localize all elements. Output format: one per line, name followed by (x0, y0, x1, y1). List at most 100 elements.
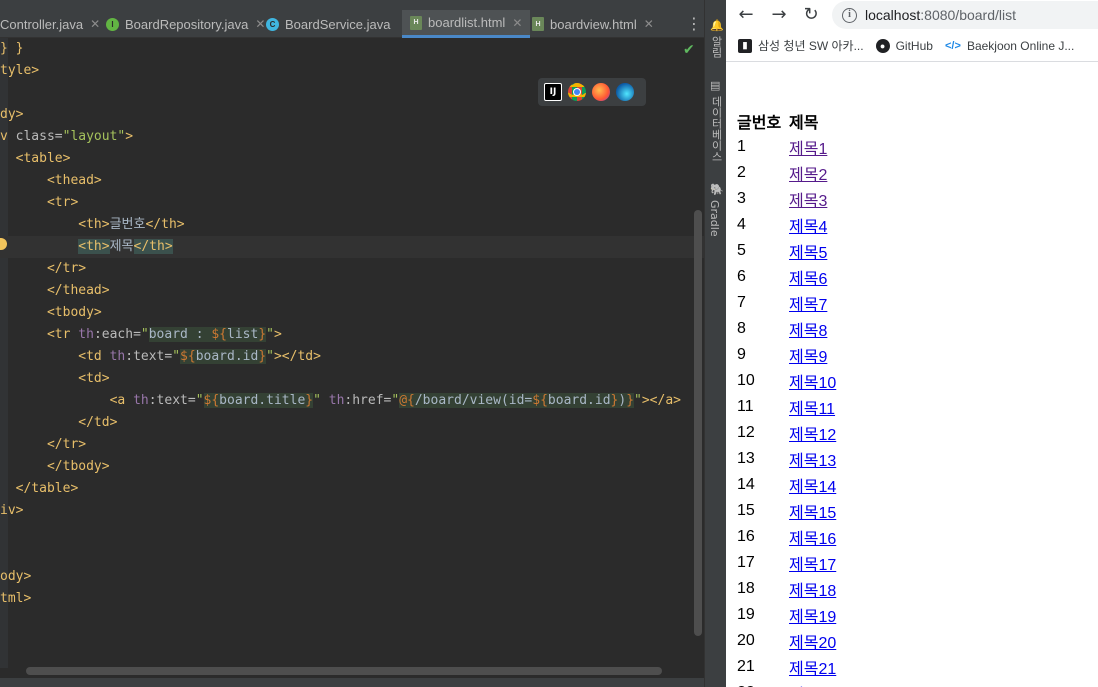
url-text[interactable]: localhost:8080/board/list (865, 7, 1016, 23)
board-title-link[interactable]: 제목2 (789, 167, 827, 184)
tab-label: BoardRepository.java (125, 16, 249, 32)
bookmark-item[interactable]: ▮ 삼성 청년 SW 아카... (738, 37, 864, 54)
code-line: v class="layout"> (0, 129, 134, 144)
bookmark-label: 삼성 청년 SW 아카... (758, 39, 864, 53)
reload-icon[interactable]: ↻ (799, 3, 823, 27)
board-title-link[interactable]: 제목15 (789, 505, 836, 522)
table-row: 20 제목20 (736, 629, 837, 653)
board-rows: 1 제목1 2 제목2 3 제목3 4 제목4 5 제목5 6 제목6 7 제목7 8 제목8 9 제목9 10 제목… (736, 135, 837, 687)
board-id-cell: 20 (737, 632, 755, 649)
board-id-cell: 9 (737, 346, 746, 363)
bell-icon[interactable]: 🔔 (710, 20, 724, 32)
tab-boardlist-html[interactable]: H boardlist.html ✕ (402, 10, 531, 38)
board-title-link[interactable]: 제목13 (789, 453, 836, 470)
table-header-row: 글번호 제목 (736, 109, 837, 133)
address-bar[interactable]: i localhost:8080/board/list (832, 1, 1098, 29)
code-editor[interactable]: } } tyle> dy> v class="layout"> <table> … (0, 38, 704, 668)
board-title-link[interactable]: 제목17 (789, 557, 836, 574)
table-row: 13 제목13 (736, 447, 837, 471)
sidebar-item-gradle[interactable]: Gradle (708, 200, 721, 237)
html-file-icon: H (532, 17, 544, 31)
firefox-icon[interactable] (592, 83, 610, 101)
code-line: dy> (0, 107, 24, 122)
board-title-link[interactable]: 제목19 (789, 609, 836, 626)
code-line: </thead> (46, 283, 110, 298)
board-title-link[interactable]: 제목3 (789, 193, 827, 210)
ide-toolbar-strip (0, 0, 704, 10)
html-file-icon: H (410, 15, 422, 30)
table-row: 17 제목17 (736, 551, 837, 575)
board-title-link[interactable]: 제목14 (789, 479, 836, 496)
ide-window: Controller.java ✕ I BoardRepository.java… (0, 0, 726, 687)
board-id-cell: 6 (737, 268, 746, 285)
tab-boardrepository-java[interactable]: I BoardRepository.java ✕ (106, 10, 265, 38)
board-title-link[interactable]: 제목7 (789, 297, 827, 314)
more-tabs-icon[interactable]: ⋮ (686, 14, 702, 33)
board-title-cell: 제목21 (788, 655, 837, 679)
edge-icon[interactable] (616, 83, 634, 101)
board-title-link[interactable]: 제목20 (789, 635, 836, 652)
database-icon[interactable]: ▤ (710, 80, 722, 92)
board-title-link[interactable]: 제목5 (789, 245, 827, 262)
table-row: 6 제목6 (736, 265, 837, 289)
intellij-icon[interactable]: IJ (544, 83, 562, 101)
column-header-title: 제목 (789, 115, 819, 132)
board-title-link[interactable]: 제목6 (789, 271, 827, 288)
table-row: 19 제목19 (736, 603, 837, 627)
close-icon[interactable]: ✕ (90, 17, 100, 31)
chrome-icon[interactable] (568, 83, 586, 101)
code-line: </tr> (46, 261, 87, 276)
board-title-link[interactable]: 제목10 (789, 375, 836, 392)
code-line-current: <th>제목</th> (0, 236, 704, 258)
bookmark-item[interactable]: ● GitHub (875, 38, 933, 53)
code-line: </table> (15, 481, 79, 496)
close-icon[interactable]: ✕ (255, 17, 265, 31)
tab-label: boardview.html (550, 16, 637, 32)
vertical-scrollbar[interactable] (694, 210, 702, 636)
forward-arrow-icon[interactable]: → (767, 3, 791, 27)
back-arrow-icon[interactable]: ← (734, 3, 758, 27)
tab-label: boardlist.html (428, 15, 506, 30)
board-title-link[interactable]: 제목18 (789, 583, 836, 600)
code-line: iv> (0, 503, 24, 518)
tab-controller-java[interactable]: Controller.java ✕ (0, 10, 100, 38)
sidebar-item-notifications[interactable]: 알림 (708, 36, 724, 58)
board-title-cell: 제목12 (788, 421, 837, 445)
board-title-cell: 제목8 (788, 317, 837, 341)
board-title-cell: 제목15 (788, 499, 837, 523)
board-id-cell: 22 (736, 681, 786, 687)
board-title-link[interactable]: 제목9 (789, 349, 827, 366)
code-line: </tr> (46, 437, 87, 452)
status-bar (0, 678, 704, 687)
right-tool-sidebar: 🔔 알림 ▤ 데이터베이스 🐘 Gradle (704, 0, 726, 687)
table-row: 11 제목11 (736, 395, 837, 419)
table-row: 12 제목12 (736, 421, 837, 445)
bookmark-label: Baekjoon Online J... (966, 38, 1075, 53)
code-line: <tbody> (46, 305, 102, 320)
close-icon[interactable]: ✕ (644, 17, 654, 31)
board-title-link[interactable]: 제목4 (789, 219, 827, 236)
board-title-link[interactable]: 제목21 (789, 661, 836, 678)
close-icon[interactable]: ✕ (512, 16, 522, 30)
tab-boardservice-java[interactable]: C BoardService.java (266, 10, 391, 38)
board-title-link[interactable]: 제목12 (789, 427, 836, 444)
table-row: 2 제목2 (736, 161, 837, 185)
board-title-link[interactable]: 제목11 (789, 401, 835, 418)
horizontal-scrollbar[interactable] (26, 667, 662, 675)
bookmark-item[interactable]: </> Baekjoon Online J... (945, 39, 1074, 53)
table-row: 21 제목21 (736, 655, 837, 679)
info-icon[interactable]: i (842, 7, 857, 23)
table-row: 7 제목7 (736, 291, 837, 315)
code-line: <thead> (46, 173, 102, 188)
board-id-cell: 14 (737, 476, 755, 493)
board-id-cell: 15 (737, 502, 755, 519)
table-row: 14 제목14 (736, 473, 837, 497)
board-title-link[interactable]: 제목16 (789, 531, 836, 548)
tab-boardview-html[interactable]: H boardview.html ✕ (532, 10, 654, 38)
gradle-icon[interactable]: 🐘 (710, 184, 724, 196)
sidebar-item-database[interactable]: 데이터베이스 (708, 96, 724, 162)
board-title-link[interactable]: 제목1 (789, 141, 827, 158)
board-title-link[interactable]: 제목8 (789, 323, 827, 340)
open-in-browser-popup: IJ (538, 78, 646, 106)
board-id-cell: 3 (737, 190, 746, 207)
